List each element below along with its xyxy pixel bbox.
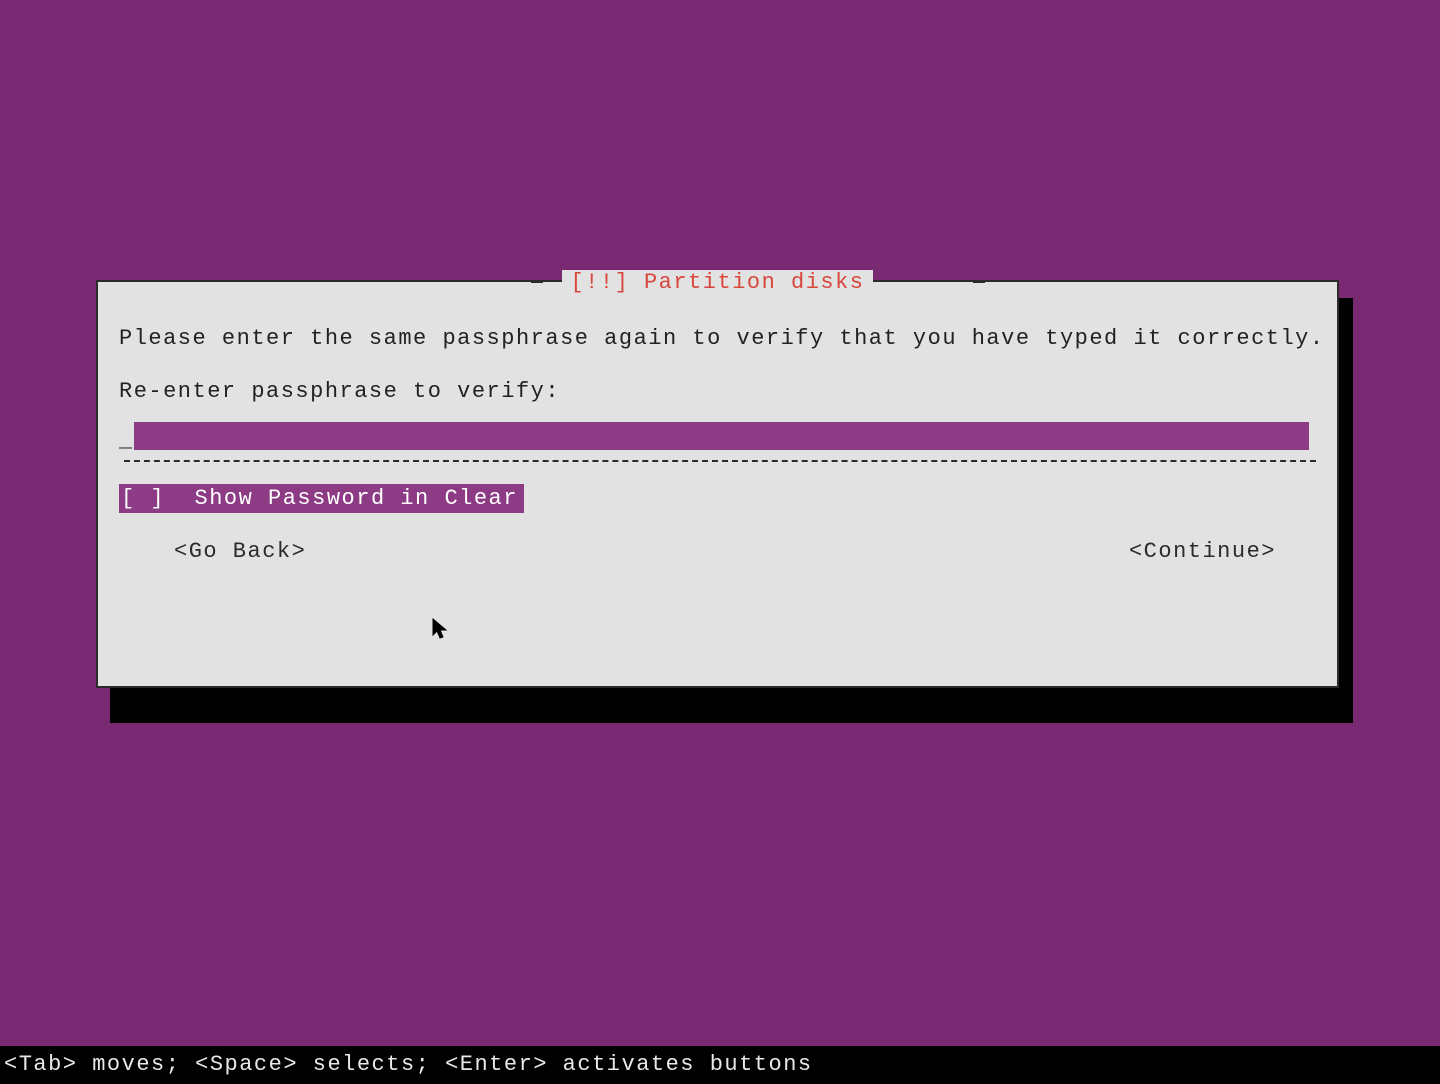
title-border-cap-right xyxy=(973,281,985,283)
dialog-title: [!!] Partition disks xyxy=(562,270,872,295)
partition-disks-dialog: [!!] Partition disks Please enter the sa… xyxy=(96,280,1339,688)
title-border-cap-left xyxy=(531,281,543,283)
input-prefix-underscore: _ xyxy=(119,428,134,453)
dialog-title-row: [!!] Partition disks xyxy=(113,270,1322,296)
passphrase-input[interactable] xyxy=(134,422,1309,450)
dialog-nav-row: <Go Back> <Continue> xyxy=(119,539,1316,564)
continue-button[interactable]: <Continue> xyxy=(1129,539,1276,564)
instruction-text: Please enter the same passphrase again t… xyxy=(119,326,1316,351)
show-password-label: Show Password in Clear xyxy=(195,486,518,511)
show-password-checkbox[interactable]: [ ] Show Password in Clear xyxy=(119,484,524,513)
keyboard-hint-bar: <Tab> moves; <Space> selects; <Enter> ac… xyxy=(0,1046,1440,1084)
go-back-button[interactable]: <Go Back> xyxy=(174,539,306,564)
passphrase-prompt-label: Re-enter passphrase to verify: xyxy=(119,379,1316,404)
passphrase-input-row: _ xyxy=(119,422,1316,460)
